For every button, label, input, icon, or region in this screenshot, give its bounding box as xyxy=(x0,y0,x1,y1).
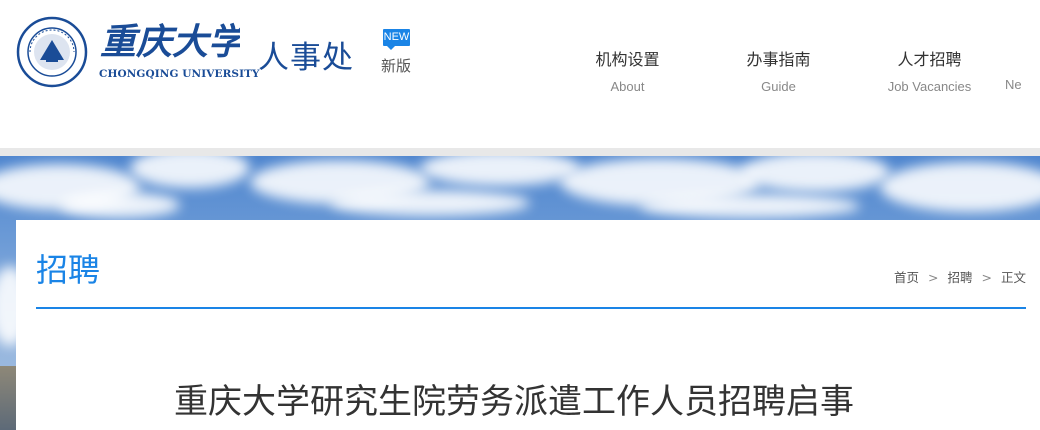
university-name-en: CHONGQING UNIVERSITY xyxy=(99,68,260,80)
breadcrumb: 首页 > 招聘 > 正文 xyxy=(894,267,1026,286)
section-title: 招聘 xyxy=(36,251,101,289)
nav-item-news[interactable]: Ne xyxy=(1005,46,1040,92)
breadcrumb-recruitment[interactable]: 招聘 xyxy=(948,270,973,285)
article-title: 重庆大学研究生院劳务派遣工作人员招聘启事 xyxy=(174,382,854,422)
section-divider xyxy=(36,307,1026,309)
new-version-label[interactable]: 新版 xyxy=(381,55,411,76)
breadcrumb-current: 正文 xyxy=(1000,270,1026,285)
nav-item-job-vacancies[interactable]: 人才招聘 Job Vacancies xyxy=(854,46,1005,94)
nav-item-label: 人才招聘 xyxy=(897,50,962,69)
department-name[interactable]: 人事处 xyxy=(258,32,354,77)
university-seal-icon[interactable] xyxy=(16,16,88,88)
nav-item-sublabel: Job Vacancies xyxy=(887,79,972,94)
new-badge: NEW xyxy=(383,29,410,50)
nav-item-guide[interactable]: 办事指南 Guide xyxy=(703,46,854,94)
nav-item-sublabel: About xyxy=(610,79,645,94)
nav-item-sublabel: Guide xyxy=(761,79,796,94)
university-logo-calligraphy[interactable]: 重庆大学 xyxy=(100,16,249,64)
nav-item-sublabel: Ne xyxy=(1005,77,1022,92)
svg-text:重庆大学: 重庆大学 xyxy=(100,21,240,63)
breadcrumb-home[interactable]: 首页 xyxy=(894,270,919,285)
header-divider xyxy=(0,148,1040,156)
breadcrumb-separator: > xyxy=(928,270,939,285)
content-panel: 招聘 首页 > 招聘 > 正文 重庆大学研究生院劳务派遣工作人员招聘启事 xyxy=(16,220,1040,430)
breadcrumb-separator: > xyxy=(981,270,992,285)
main-nav: 机构设置 About 办事指南 Guide 人才招聘 Job Vacancies… xyxy=(552,46,1040,106)
nav-item-label: 办事指南 xyxy=(746,50,811,69)
nav-item-about[interactable]: 机构设置 About xyxy=(552,46,703,94)
site-header: 重庆大学 CHONGQING UNIVERSITY 人事处 NEW 新版 机构设… xyxy=(0,0,1040,148)
nav-item-label: 机构设置 xyxy=(595,50,660,69)
